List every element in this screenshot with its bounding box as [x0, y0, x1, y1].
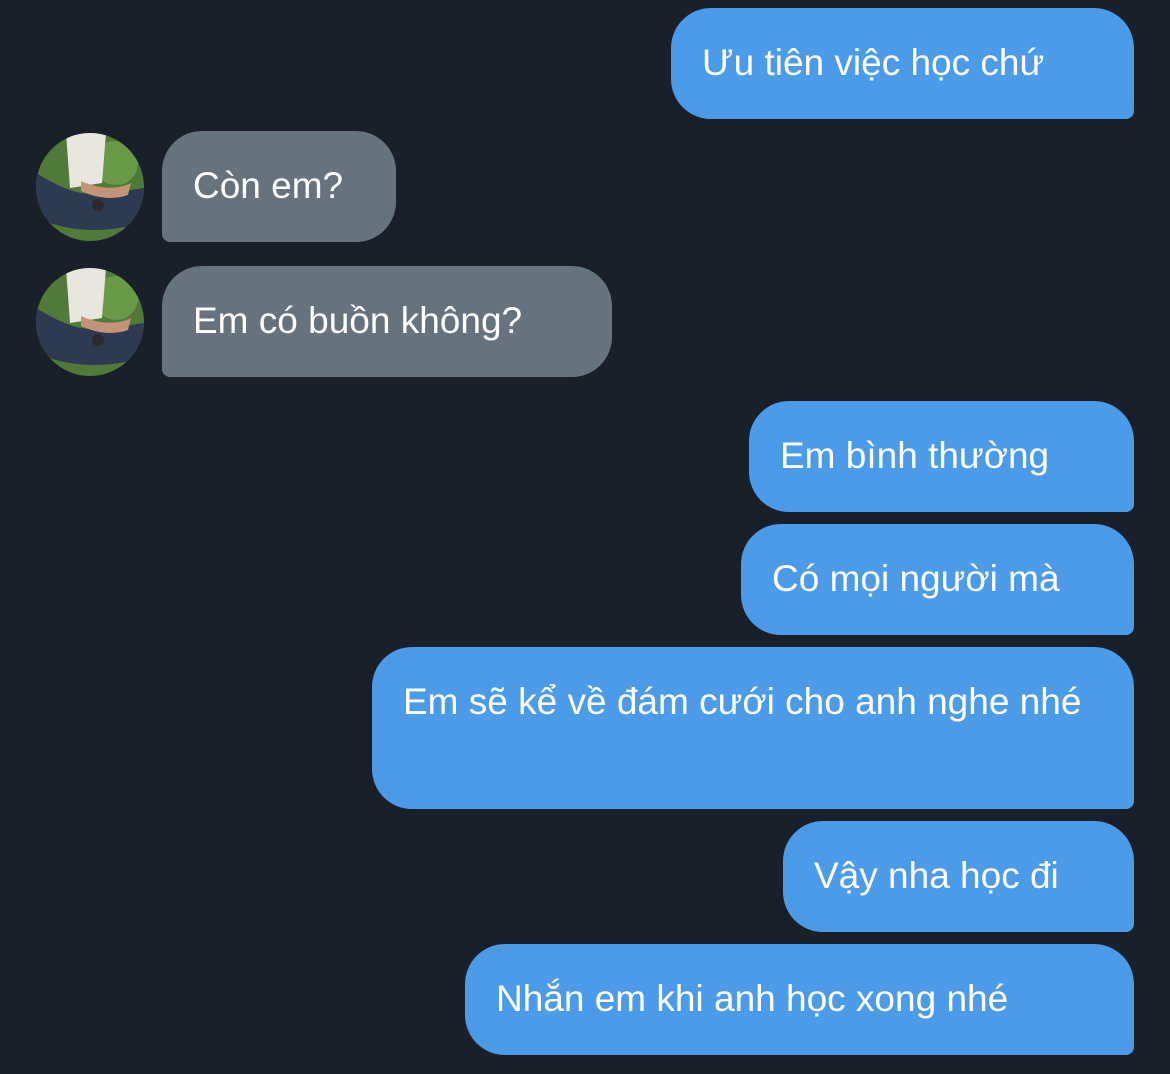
- message-bubble-incoming[interactable]: Còn em?: [162, 131, 396, 242]
- message-text: Còn em?: [193, 165, 344, 206]
- message-text: Vậy nha học đi: [814, 855, 1059, 896]
- contact-avatar[interactable]: [36, 268, 144, 376]
- message-bubble-outgoing[interactable]: Em bình thường: [749, 401, 1134, 512]
- message-text: Ưu tiên việc học chứ: [702, 42, 1045, 83]
- message-bubble-outgoing[interactable]: Ưu tiên việc học chứ: [671, 8, 1134, 119]
- avatar-photo-icon: [36, 268, 144, 376]
- message-bubble-outgoing[interactable]: Em sẽ kể về đám cưới cho anh nghe nhé: [372, 647, 1134, 809]
- message-text: Em bình thường: [780, 435, 1050, 476]
- message-bubble-outgoing[interactable]: Nhắn em khi anh học xong nhé: [465, 944, 1134, 1055]
- message-bubble-incoming[interactable]: Em có buồn không?: [162, 266, 612, 377]
- message-text: Nhắn em khi anh học xong nhé: [496, 978, 1009, 1019]
- contact-avatar[interactable]: [36, 133, 144, 241]
- avatar-photo-icon: [36, 133, 144, 241]
- message-text: Em sẽ kể về đám cưới cho anh nghe nhé: [403, 681, 1082, 722]
- chat-thread: Ưu tiên việc học chứ Còn em? Em có buồn …: [0, 0, 1170, 1074]
- message-bubble-outgoing[interactable]: Vậy nha học đi: [783, 821, 1134, 932]
- message-text: Em có buồn không?: [193, 300, 523, 341]
- message-text: Có mọi người mà: [772, 558, 1060, 599]
- message-bubble-outgoing[interactable]: Có mọi người mà: [741, 524, 1134, 635]
